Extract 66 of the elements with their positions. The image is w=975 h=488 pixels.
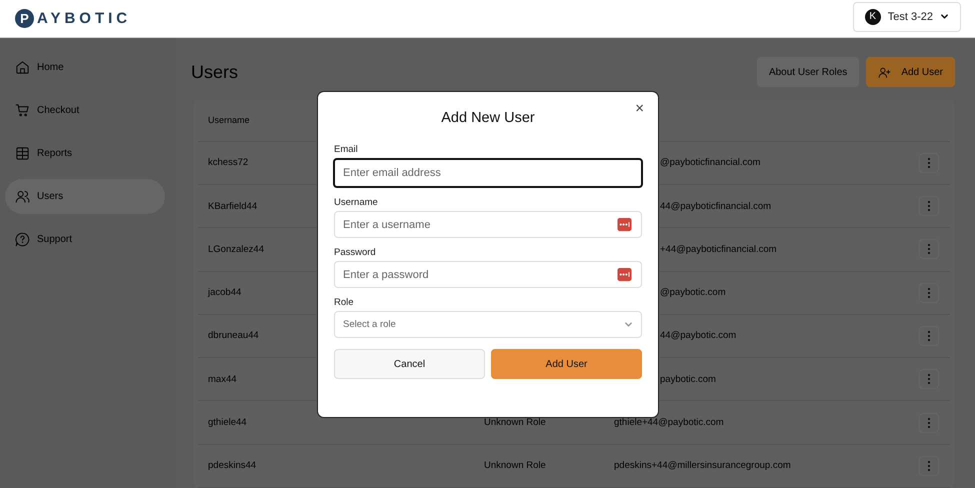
close-button[interactable]: ×	[633, 101, 646, 116]
table-cell: LGonzalez44	[208, 244, 264, 255]
cart-icon	[15, 103, 30, 118]
logo-text: AYBOTIC	[37, 10, 132, 27]
user-plus-icon	[878, 66, 892, 79]
field-label: Role	[334, 297, 355, 308]
sidebar-item[interactable]: Users	[5, 179, 165, 214]
more-icon	[927, 200, 931, 212]
more-icon	[927, 243, 931, 256]
users-icon	[15, 189, 30, 204]
chevron-down-icon	[624, 320, 633, 329]
more-icon	[927, 373, 931, 386]
row-menu-button[interactable]	[919, 412, 939, 433]
row-menu-button[interactable]	[919, 369, 939, 390]
account-name: Test 3-22	[888, 10, 933, 22]
field-label: Username	[334, 197, 379, 208]
sidebar-item[interactable]: Reports	[5, 136, 165, 171]
row-menu-button[interactable]	[919, 456, 939, 476]
more-icon	[927, 460, 931, 472]
table-cell: +44@payboticfinancial.com	[660, 244, 777, 255]
sidebar-item[interactable]: Support	[5, 222, 165, 257]
dialog-title: Add New User	[440, 110, 536, 126]
field-label: Password	[334, 247, 377, 258]
table-cell: gthiele44	[208, 417, 247, 428]
table-cell: gthiele+44@paybotic.com	[614, 417, 724, 428]
table-cell: max44	[208, 374, 237, 385]
help-icon	[15, 232, 30, 247]
table-icon	[15, 146, 30, 161]
column-header: Username	[208, 115, 250, 126]
table-cell: 44@paybotic.com	[660, 330, 736, 342]
more-icon	[927, 286, 931, 299]
table-cell: dbruneau44	[208, 330, 259, 342]
add-user-button[interactable]: Add User	[866, 57, 955, 88]
sidebar-item[interactable]: Home	[5, 50, 165, 85]
field-label: Email	[334, 144, 359, 155]
about-roles-button[interactable]: About User Roles	[756, 57, 860, 88]
more-icon	[927, 330, 931, 342]
table-cell: @paybotic.com	[660, 287, 726, 298]
row-menu-button[interactable]	[919, 326, 939, 346]
more-icon	[927, 156, 931, 169]
cancel-button[interactable]: Cancel	[334, 349, 485, 379]
row-menu-button[interactable]	[919, 239, 939, 260]
logo-mark: P	[15, 9, 34, 28]
add-user-button[interactable]: Add User	[491, 349, 642, 379]
table-cell: KBarfield44	[208, 200, 258, 212]
row-menu-button[interactable]	[919, 196, 939, 216]
table-cell: @payboticfinancial.com	[660, 157, 760, 168]
table-cell: pdeskins44	[208, 460, 256, 472]
avatar: K	[864, 8, 881, 24]
home-icon	[15, 60, 30, 75]
table-cell: jacob44	[208, 287, 242, 298]
row-menu-button[interactable]	[919, 282, 939, 303]
table-cell: Unknown Role	[484, 417, 546, 428]
page-title: Users	[191, 62, 238, 83]
account-menu[interactable]: K Test 3-22	[852, 2, 961, 32]
chevron-down-icon	[940, 12, 949, 21]
table-cell: 44@payboticfinancial.com	[660, 200, 772, 212]
input-field[interactable]: Enter email address	[333, 158, 643, 188]
more-icon	[927, 416, 931, 429]
table-cell: kchess72	[208, 157, 248, 168]
row-menu-button[interactable]	[919, 152, 939, 173]
sidebar-item[interactable]: Checkout	[5, 93, 165, 128]
role-dropdown[interactable]: Select a role	[334, 311, 642, 338]
table-cell: Unknown Role	[484, 460, 546, 472]
table-cell: paybotic.com	[660, 374, 716, 385]
table-cell: pdeskins+44@millersinsurancegroup.com	[614, 460, 791, 472]
